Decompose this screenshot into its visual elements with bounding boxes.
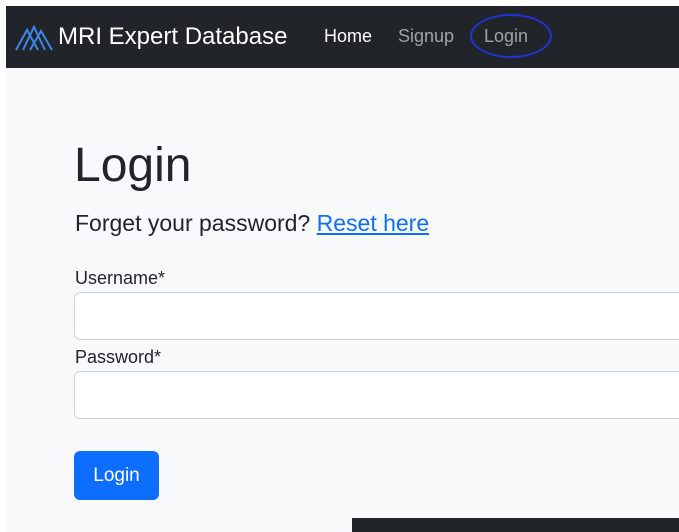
- screenshot-margin-left: [0, 0, 6, 532]
- username-input[interactable]: [74, 292, 679, 340]
- forgot-password-line: Forget your password? Reset here: [75, 208, 429, 238]
- nav-login-link[interactable]: Login: [484, 24, 528, 48]
- nav-signup-link[interactable]: Signup: [398, 24, 454, 48]
- navbar: MRI Expert Database Home Signup Login: [6, 6, 679, 68]
- username-label: Username*: [75, 268, 166, 288]
- password-input[interactable]: [74, 371, 679, 419]
- mountain-logo-icon: [15, 24, 53, 51]
- password-label: Password*: [75, 347, 162, 367]
- overlapping-dark-panel: [352, 518, 679, 532]
- reset-password-link[interactable]: Reset here: [317, 210, 430, 236]
- nav-home-link[interactable]: Home: [324, 24, 372, 48]
- forgot-password-text: Forget your password?: [75, 210, 311, 236]
- brand-name: MRI Expert Database: [58, 23, 288, 50]
- page-title: Login: [74, 139, 192, 192]
- brand-link[interactable]: MRI Expert Database: [14, 6, 287, 68]
- login-button[interactable]: Login: [74, 451, 159, 500]
